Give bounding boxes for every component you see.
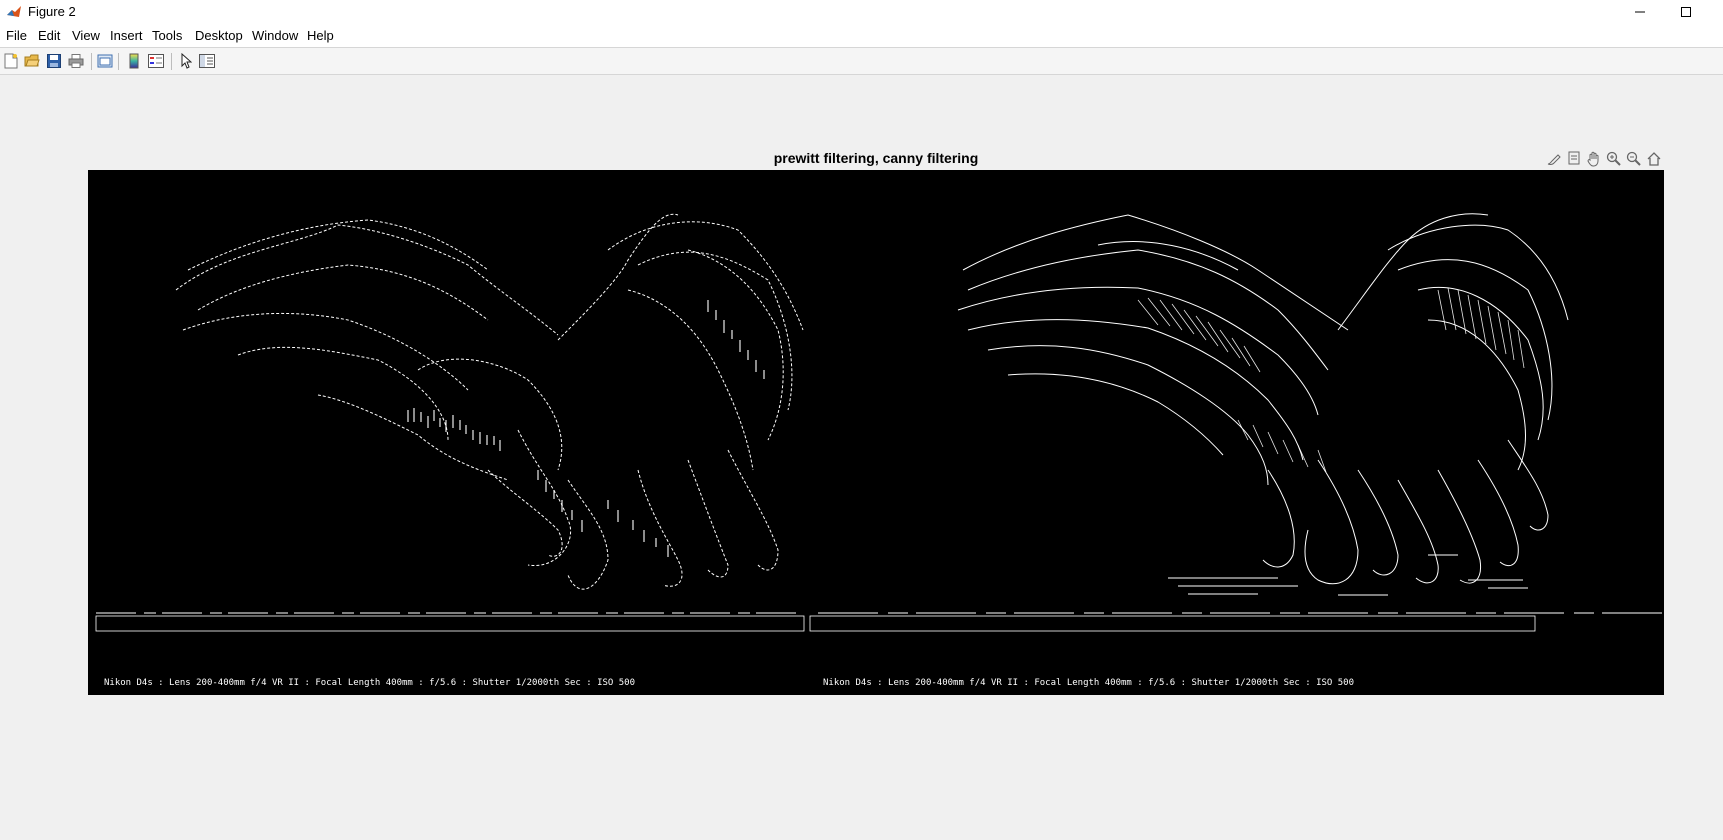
axes-title: prewitt filtering, canny filtering bbox=[773, 150, 979, 166]
property-inspector-button[interactable] bbox=[198, 52, 216, 70]
home-icon bbox=[1647, 152, 1661, 166]
canny-caption-text: Nikon D4s : Lens 200-400mm f/4 VR II : F… bbox=[823, 678, 1355, 688]
title-bar: Figure 2 bbox=[0, 0, 1723, 24]
menu-view[interactable]: View bbox=[72, 28, 100, 43]
open-file-icon bbox=[24, 54, 40, 67]
insert-colorbar-icon bbox=[129, 53, 139, 69]
maximize-button[interactable] bbox=[1663, 0, 1709, 24]
brush-button[interactable] bbox=[1545, 150, 1563, 168]
open-file-button[interactable] bbox=[23, 52, 41, 70]
minimize-icon bbox=[1635, 11, 1645, 13]
zoom-in-icon bbox=[1606, 151, 1621, 166]
edit-plot-icon bbox=[181, 53, 192, 69]
link-plot-button[interactable] bbox=[96, 52, 114, 70]
save-button[interactable] bbox=[45, 52, 63, 70]
new-figure-icon bbox=[4, 53, 18, 69]
image-axes[interactable]: Nikon D4s : Lens 200-400mm f/4 VR II : F… bbox=[88, 170, 1664, 695]
toolbar-separator bbox=[91, 53, 92, 70]
data-tips-button[interactable] bbox=[1565, 150, 1583, 168]
restore-view-button[interactable] bbox=[1645, 150, 1663, 168]
menu-bar: File Edit View Insert Tools Desktop Wind… bbox=[0, 24, 1723, 48]
edit-plot-button[interactable] bbox=[177, 52, 195, 70]
axes-toolbar bbox=[1545, 150, 1663, 170]
brush-icon bbox=[1547, 154, 1561, 165]
toolbar-separator bbox=[171, 53, 172, 70]
menu-edit[interactable]: Edit bbox=[38, 28, 60, 43]
window-title: Figure 2 bbox=[28, 4, 76, 19]
edge-images bbox=[88, 170, 1664, 695]
print-icon bbox=[68, 54, 84, 68]
menu-window[interactable]: Window bbox=[252, 28, 298, 43]
link-plot-icon bbox=[97, 54, 113, 68]
prewitt-caption-text: Nikon D4s : Lens 200-400mm f/4 VR II : F… bbox=[104, 678, 636, 688]
matlab-logo-icon bbox=[7, 6, 21, 17]
data-tips-icon bbox=[1568, 151, 1580, 165]
minimize-button[interactable] bbox=[1617, 0, 1663, 24]
menu-file[interactable]: File bbox=[6, 28, 27, 43]
print-button[interactable] bbox=[67, 52, 85, 70]
maximize-icon bbox=[1681, 7, 1691, 17]
menu-tools[interactable]: Tools bbox=[152, 28, 182, 43]
toolbar-separator bbox=[118, 53, 119, 70]
save-icon bbox=[47, 54, 61, 68]
insert-legend-icon bbox=[148, 54, 164, 68]
menu-insert[interactable]: Insert bbox=[110, 28, 143, 43]
property-inspector-icon bbox=[199, 54, 215, 68]
zoom-in-button[interactable] bbox=[1605, 150, 1623, 168]
pan-icon bbox=[1587, 151, 1599, 167]
insert-colorbar-button[interactable] bbox=[125, 52, 143, 70]
new-figure-button[interactable] bbox=[2, 52, 20, 70]
zoom-out-button[interactable] bbox=[1625, 150, 1643, 168]
insert-legend-button[interactable] bbox=[147, 52, 165, 70]
figure-toolbar bbox=[0, 48, 1723, 75]
zoom-out-icon bbox=[1626, 151, 1641, 166]
pan-button[interactable] bbox=[1585, 150, 1603, 168]
menu-desktop[interactable]: Desktop bbox=[195, 28, 243, 43]
menu-help[interactable]: Help bbox=[307, 28, 334, 43]
